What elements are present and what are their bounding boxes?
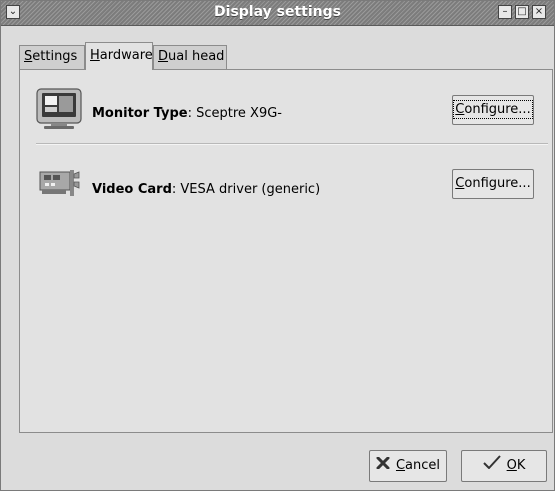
monitor-type-value: : Sceptre X9G- [187,106,282,121]
video-card-text: Video Card: VESA driver (generic) [92,182,320,197]
monitor-type-label: Monitor Type [92,106,188,121]
ok-icon [482,451,501,481]
tab-mnemonic: D [158,49,169,64]
button-label: onfigure... [464,102,531,117]
tab-label: ettings [32,49,78,64]
tab-mnemonic: H [90,48,100,63]
minimize-icon: – [502,6,508,17]
monitor-type-text: Monitor Type: Sceptre X9G- [92,106,282,121]
video-card-icon [36,164,82,204]
tab-hardware[interactable]: Hardware [85,42,153,70]
button-label: ancel [405,458,441,473]
tab-settings[interactable]: Settings [19,45,85,69]
video-card-value: : VESA driver (generic) [171,182,321,197]
configure-monitor-button[interactable]: Configure... [452,95,534,125]
close-icon: × [534,6,544,17]
row-divider [36,143,548,145]
button-mnemonic: C [455,102,465,117]
configure-video-card-button[interactable]: Configure... [452,169,534,199]
hardware-panel: Monitor Type: Sceptre X9G- Configure... [19,69,553,433]
cancel-icon [376,451,390,481]
tab-dual-head[interactable]: Dual head [153,45,227,69]
configure-video-card-label: Configure... [455,176,530,191]
button-label: K [516,458,526,473]
minimize-button[interactable]: – [498,5,512,19]
tab-label: ual head [168,49,225,64]
monitor-icon [36,88,82,134]
video-card-label: Video Card [92,182,172,197]
button-mnemonic: C [395,458,406,473]
title-bar[interactable]: ⌄ Display settings – □ × [1,1,554,26]
ok-button[interactable]: OK [461,450,547,482]
close-button[interactable]: × [532,5,546,19]
button-label: onfigure... [464,176,531,191]
monitor-row: Monitor Type: Sceptre X9G- Configure... [20,84,552,132]
maximize-icon: □ [517,6,527,17]
tab-label: ardware [99,48,153,63]
display-settings-window: ⌄ Display settings – □ × Settings Hardwa… [0,0,555,491]
button-mnemonic: O [506,458,517,473]
video-card-row: Video Card: VESA driver (generic) Config… [20,160,552,208]
maximize-button[interactable]: □ [515,5,529,19]
window-title: Display settings [214,4,341,20]
configure-monitor-label: Configure... [453,100,533,119]
button-mnemonic: C [455,176,465,191]
cancel-button[interactable]: Cancel [369,450,447,482]
